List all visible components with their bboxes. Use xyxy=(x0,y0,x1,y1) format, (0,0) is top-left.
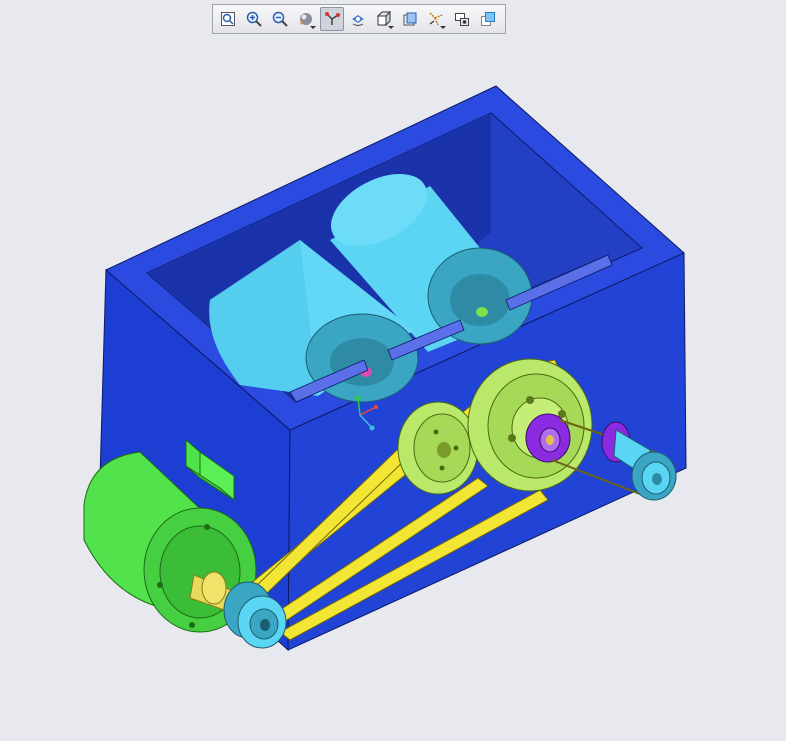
refit-icon xyxy=(220,12,235,26)
datum-filters-icon xyxy=(429,12,443,26)
zoom-out-icon xyxy=(272,11,288,27)
chevron-down-icon xyxy=(309,26,316,29)
datum-display-button[interactable] xyxy=(320,7,344,31)
datum-filters-button[interactable] xyxy=(424,7,448,31)
datum-display-icon xyxy=(324,12,340,25)
chevron-down-icon xyxy=(387,26,394,29)
assembly-model[interactable] xyxy=(0,0,786,737)
view-manager-button[interactable] xyxy=(450,7,474,31)
appearance-icon xyxy=(480,12,495,26)
section-view-button[interactable] xyxy=(398,7,422,31)
zoom-in-icon xyxy=(246,11,262,27)
saved-views-icon xyxy=(376,11,391,27)
zoom-in-button[interactable] xyxy=(242,7,266,31)
model-viewport[interactable] xyxy=(0,0,786,737)
spin-center-icon xyxy=(351,15,364,26)
middle-pulley[interactable] xyxy=(397,401,479,495)
saved-views-button[interactable] xyxy=(372,7,396,31)
spin-center-button[interactable] xyxy=(346,7,370,31)
zoom-out-button[interactable] xyxy=(268,7,292,31)
section-view-icon xyxy=(403,12,417,26)
refit-button[interactable] xyxy=(216,7,240,31)
display-style-icon xyxy=(299,13,312,25)
display-style-button[interactable] xyxy=(294,7,318,31)
appearance-button[interactable] xyxy=(476,7,500,31)
view-manager-icon xyxy=(454,13,469,26)
chevron-down-icon xyxy=(439,26,446,29)
graphics-toolbar xyxy=(212,4,506,34)
